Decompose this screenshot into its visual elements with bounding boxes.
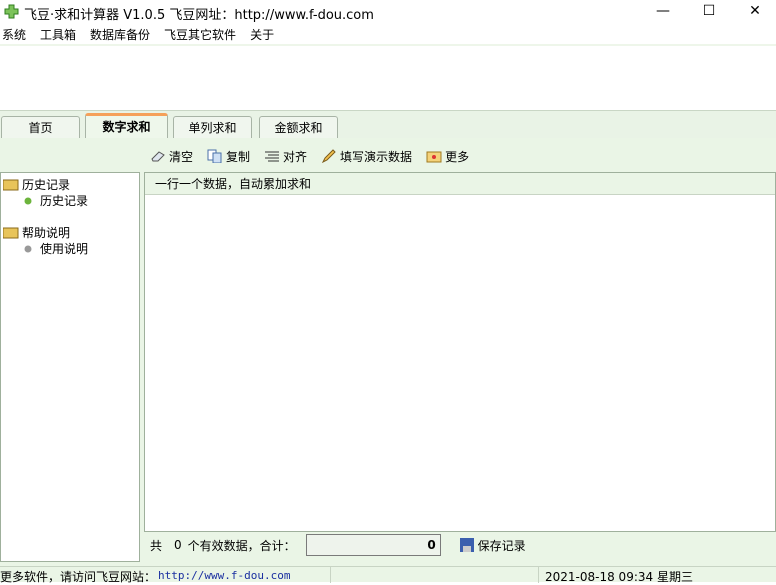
panel-header: 一行一个数据，自动累加求和 — [145, 173, 775, 195]
total-field[interactable]: 0 — [305, 534, 441, 556]
tab-number-sum[interactable]: 数字求和 — [85, 113, 168, 140]
tree-folder-history[interactable]: 历史记录 — [3, 176, 70, 193]
folder-star-icon — [426, 151, 442, 163]
clear-button[interactable]: 清空 — [150, 146, 193, 166]
save-disk-icon — [459, 538, 474, 552]
copy-button[interactable]: 复制 — [207, 146, 250, 166]
clear-label: 清空 — [169, 149, 194, 164]
folder-icon — [3, 227, 19, 239]
eraser-icon — [151, 151, 165, 162]
action-toolbar: 清空 复制 对齐 填写演示数据 更多 — [150, 146, 483, 166]
menu-about[interactable]: 关于 — [250, 26, 274, 44]
close-button[interactable]: ✕ — [732, 0, 776, 24]
align-icon — [265, 151, 280, 162]
menu-other-software[interactable]: 飞豆其它软件 — [164, 26, 236, 44]
menu-db-backup[interactable]: 数据库备份 — [90, 26, 150, 44]
align-label: 对齐 — [283, 149, 308, 164]
copy-icon — [207, 149, 222, 163]
count-suffix: 个有效数据，合计： — [187, 538, 296, 553]
tab-bar: 首页 数字求和 单列求和 金额求和 — [0, 110, 776, 140]
status-datetime: 2021-08-18 09:34 星期三 — [545, 570, 693, 584]
tab-column-sum[interactable]: 单列求和 — [173, 116, 252, 139]
green-dot-icon — [24, 197, 32, 204]
tree-item-label: 使用说明 — [40, 242, 89, 256]
fill-demo-label: 填写演示数据 — [340, 149, 413, 164]
vertical-scrollbar[interactable] — [761, 195, 775, 531]
folder-icon — [3, 179, 19, 191]
tree-folder-label: 帮助说明 — [22, 226, 71, 240]
maximize-button[interactable]: ☐ — [686, 0, 732, 24]
menu-system[interactable]: 系统 — [2, 26, 26, 44]
status-text: 更多软件，请访问飞豆网站： — [0, 570, 157, 584]
window-title: 飞豆·求和计算器 V1.0.5 飞豆网址：http://www.f-dou.co… — [24, 8, 374, 23]
sidebar-tree: 历史记录 历史记录 帮助说明 使用说明 — [0, 172, 140, 562]
status-divider — [330, 567, 331, 583]
gray-dot-icon — [24, 245, 32, 252]
status-bar: 更多软件，请访问飞豆网站： http://www.f-dou.com 2021-… — [0, 566, 776, 584]
save-label: 保存记录 — [477, 538, 526, 553]
more-label: 更多 — [445, 149, 470, 164]
tree-folder-label: 历史记录 — [22, 178, 71, 192]
tab-home[interactable]: 首页 — [1, 116, 80, 139]
tree-folder-help[interactable]: 帮助说明 — [3, 224, 70, 241]
tab-amount-sum[interactable]: 金额求和 — [259, 116, 338, 139]
tree-item-usage[interactable]: 使用说明 — [23, 240, 88, 257]
toolbar-area — [0, 44, 776, 110]
copy-label: 复制 — [226, 149, 251, 164]
title-bar: 飞豆·求和计算器 V1.0.5 飞豆网址：http://www.f-dou.co… — [0, 0, 776, 24]
fill-demo-button[interactable]: 填写演示数据 — [321, 146, 412, 166]
input-panel: 一行一个数据，自动累加求和 — [144, 172, 776, 532]
menu-toolbox[interactable]: 工具箱 — [40, 26, 76, 44]
tree-item-label: 历史记录 — [40, 194, 89, 208]
status-divider — [538, 567, 539, 583]
website-link[interactable]: http://www.f-dou.com — [158, 569, 290, 582]
tree-item-history[interactable]: 历史记录 — [23, 192, 88, 209]
count-prefix: 共 — [150, 538, 163, 553]
more-button[interactable]: 更多 — [426, 146, 469, 166]
summary-bar: 共 0 个有效数据，合计： 0 保存记录 — [150, 534, 526, 556]
minimize-button[interactable]: — — [640, 0, 686, 24]
app-plus-icon — [4, 4, 19, 19]
save-record-button[interactable]: 保存记录 — [459, 537, 526, 554]
valid-count: 0 — [174, 538, 182, 552]
pencil-icon — [321, 149, 336, 163]
menu-bar: 系统 工具箱 数据库备份 飞豆其它软件 关于 — [0, 26, 776, 44]
align-button[interactable]: 对齐 — [264, 146, 307, 166]
data-input-textarea[interactable] — [145, 196, 761, 531]
